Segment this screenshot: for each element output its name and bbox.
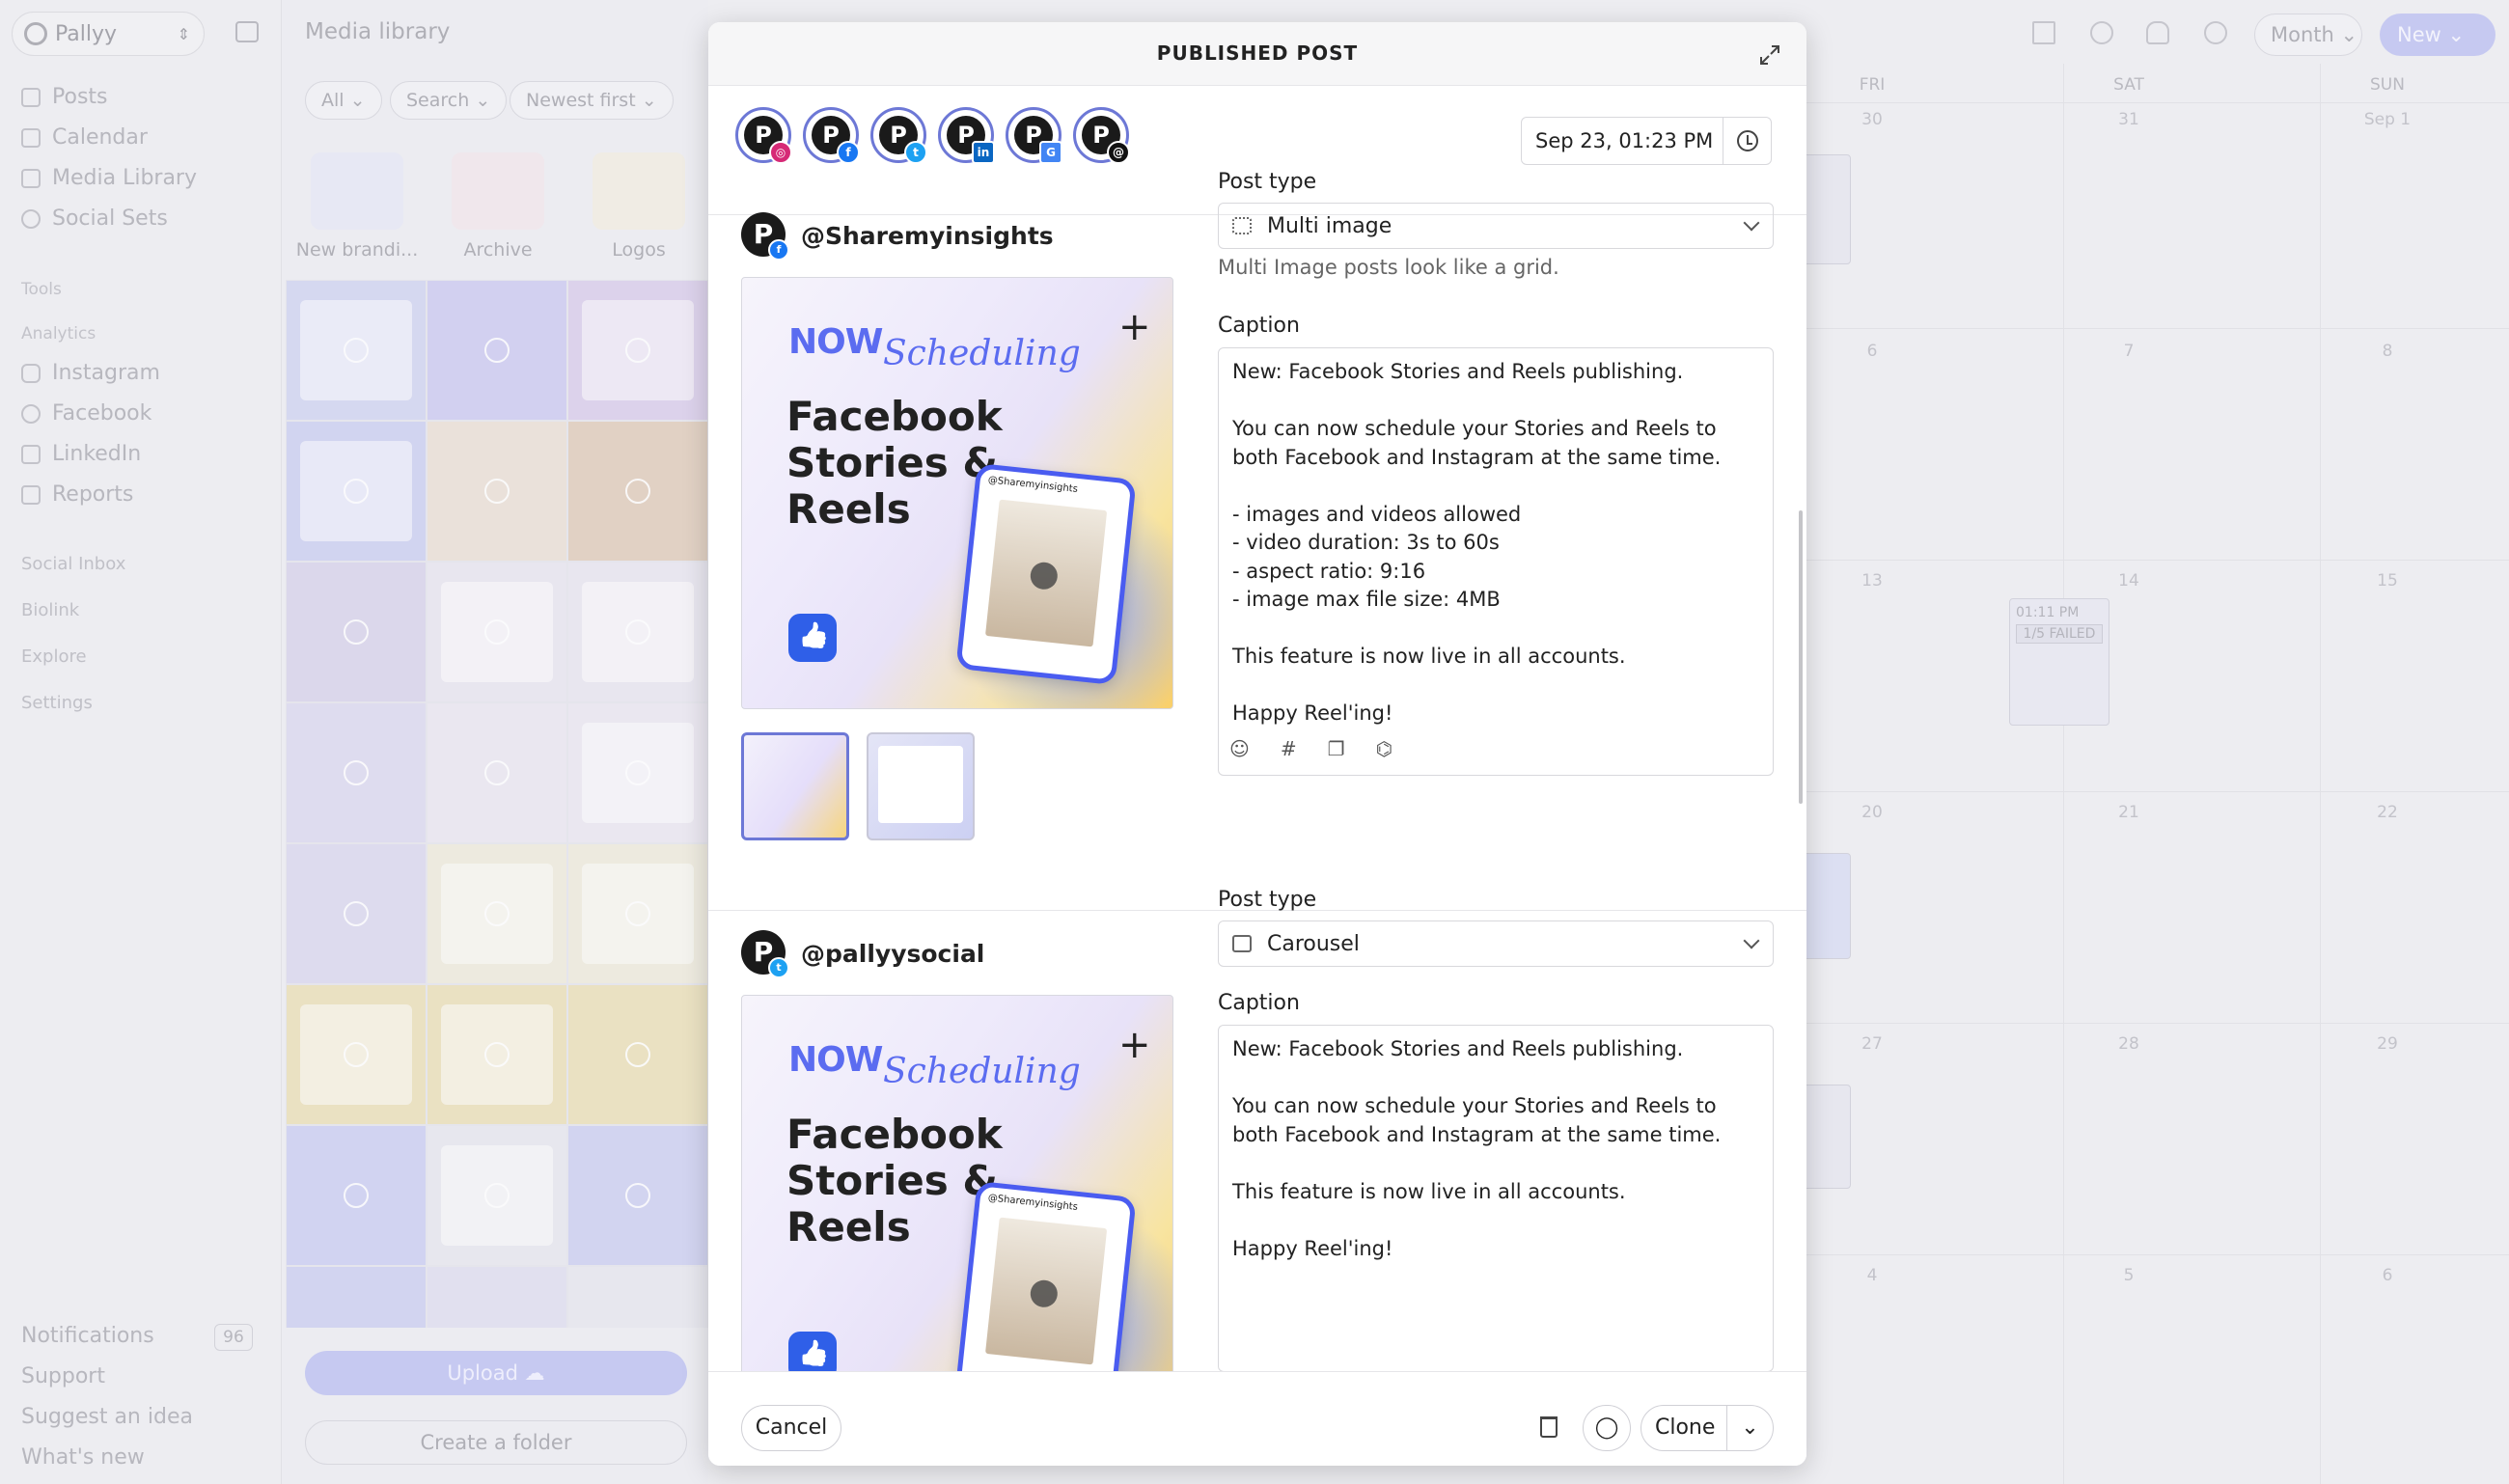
- caption-textarea[interactable]: New: Facebook Stories and Reels publishi…: [1218, 347, 1774, 776]
- post-account-header: Pt @pallyysocial: [741, 929, 985, 978]
- post-type-value: Carousel: [1267, 931, 1360, 956]
- preview-now-text: NOW: [788, 322, 883, 362]
- preview-headline: Facebook Stories & Reels: [786, 1111, 1003, 1250]
- clone-options-chevron-icon[interactable]: ⌄: [1726, 1406, 1773, 1450]
- post-type-label: Post type: [1218, 170, 1317, 194]
- modal-header: PUBLISHED POST: [708, 22, 1806, 86]
- instagram-icon: ◎: [769, 141, 792, 164]
- trash-icon[interactable]: [1540, 1416, 1558, 1438]
- post-account-header: Pf @Sharemyinsights: [741, 211, 1054, 261]
- modal-title: PUBLISHED POST: [1156, 41, 1359, 65]
- comment-icon: ◯: [1594, 1415, 1619, 1440]
- plus-icon: +: [1118, 1023, 1151, 1067]
- comment-button[interactable]: ◯: [1583, 1405, 1631, 1451]
- post-preview-image[interactable]: NOW Scheduling + Facebook Stories & Reel…: [741, 277, 1173, 709]
- google-business-icon: G: [1039, 141, 1062, 164]
- phone-handle-tag: @Sharemyinsights: [987, 475, 1079, 495]
- preview-headline: Facebook Stories & Reels: [786, 393, 1003, 533]
- thumbs-up-icon: [788, 614, 837, 662]
- account-avatar-facebook[interactable]: Pf: [803, 107, 860, 164]
- clock-button[interactable]: [1723, 118, 1771, 164]
- thumbnail-card: [878, 746, 963, 823]
- preview-now-text: NOW: [788, 1040, 883, 1080]
- facebook-icon: f: [837, 141, 860, 164]
- phone-mockup: @Sharemyinsights: [955, 462, 1137, 686]
- carousel-icon: [1232, 935, 1252, 952]
- account-avatar-linkedin[interactable]: Pin: [938, 107, 995, 164]
- copy-icon[interactable]: ❐: [1328, 737, 1345, 760]
- schedule-datetime-field[interactable]: Sep 23, 01:23 PM: [1521, 117, 1772, 165]
- plus-icon: +: [1118, 305, 1151, 349]
- post-type-value: Multi image: [1267, 213, 1392, 238]
- clock-icon: [1736, 130, 1758, 151]
- account-handle: @pallyysocial: [801, 939, 985, 968]
- account-avatar: Pt: [741, 930, 789, 978]
- clone-label: Clone: [1655, 1415, 1716, 1440]
- emoji-icon[interactable]: ☺: [1229, 737, 1250, 760]
- caption-textarea[interactable]: New: Facebook Stories and Reels publishi…: [1218, 1025, 1774, 1372]
- threads-icon: @: [1107, 141, 1130, 164]
- datetime-value: Sep 23, 01:23 PM: [1535, 129, 1714, 152]
- chevron-down-icon: [1743, 214, 1760, 232]
- post-type-select[interactable]: Multi image: [1218, 203, 1774, 249]
- account-avatar: Pf: [741, 212, 789, 261]
- facebook-icon: f: [768, 239, 789, 261]
- published-post-modal: PUBLISHED POST P ◎ Pf Pt Pin PG P @ Sep 23…: [708, 22, 1806, 1466]
- caption-label: Caption: [1218, 991, 1300, 1015]
- phone-mockup: @Sharemyinsights: [955, 1180, 1137, 1404]
- post-type-select[interactable]: Carousel: [1218, 921, 1774, 967]
- post-preview-image[interactable]: NOW Scheduling + Facebook Stories & Reel…: [741, 995, 1173, 1427]
- grid-icon: [1232, 217, 1252, 234]
- clone-button[interactable]: Clone ⌄: [1640, 1405, 1774, 1451]
- modal-scrollbar[interactable]: [1799, 510, 1803, 804]
- media-thumbnail-selected[interactable]: [741, 732, 849, 840]
- linkedin-icon: in: [972, 141, 995, 164]
- expand-icon[interactable]: [1758, 43, 1781, 67]
- caption-label: Caption: [1218, 314, 1300, 338]
- preview-scheduling-text: Scheduling: [883, 334, 1081, 373]
- hashtag-icon[interactable]: #: [1281, 737, 1297, 760]
- account-avatar-google[interactable]: PG: [1006, 107, 1062, 164]
- account-avatar-twitter[interactable]: Pt: [870, 107, 927, 164]
- cancel-button[interactable]: Cancel: [741, 1405, 841, 1451]
- ai-assistant-icon[interactable]: ⌬: [1376, 737, 1392, 760]
- caption-toolbar: ☺ # ❐ ⌬: [1229, 737, 1392, 760]
- modal-footer: Cancel ◯ Clone ⌄: [708, 1371, 1806, 1466]
- account-handle: @Sharemyinsights: [801, 221, 1054, 250]
- media-thumbnail[interactable]: [867, 732, 975, 840]
- post-type-label: Post type: [1218, 888, 1317, 912]
- chevron-down-icon: [1743, 932, 1760, 949]
- twitter-icon: t: [768, 957, 789, 978]
- account-avatar-threads[interactable]: P @: [1073, 107, 1130, 164]
- preview-scheduling-text: Scheduling: [883, 1052, 1081, 1091]
- account-avatar-instagram[interactable]: P ◎: [735, 107, 792, 164]
- twitter-icon: t: [904, 141, 927, 164]
- post-type-hint: Multi Image posts look like a grid.: [1218, 256, 1559, 279]
- phone-handle-tag: @Sharemyinsights: [987, 1193, 1079, 1213]
